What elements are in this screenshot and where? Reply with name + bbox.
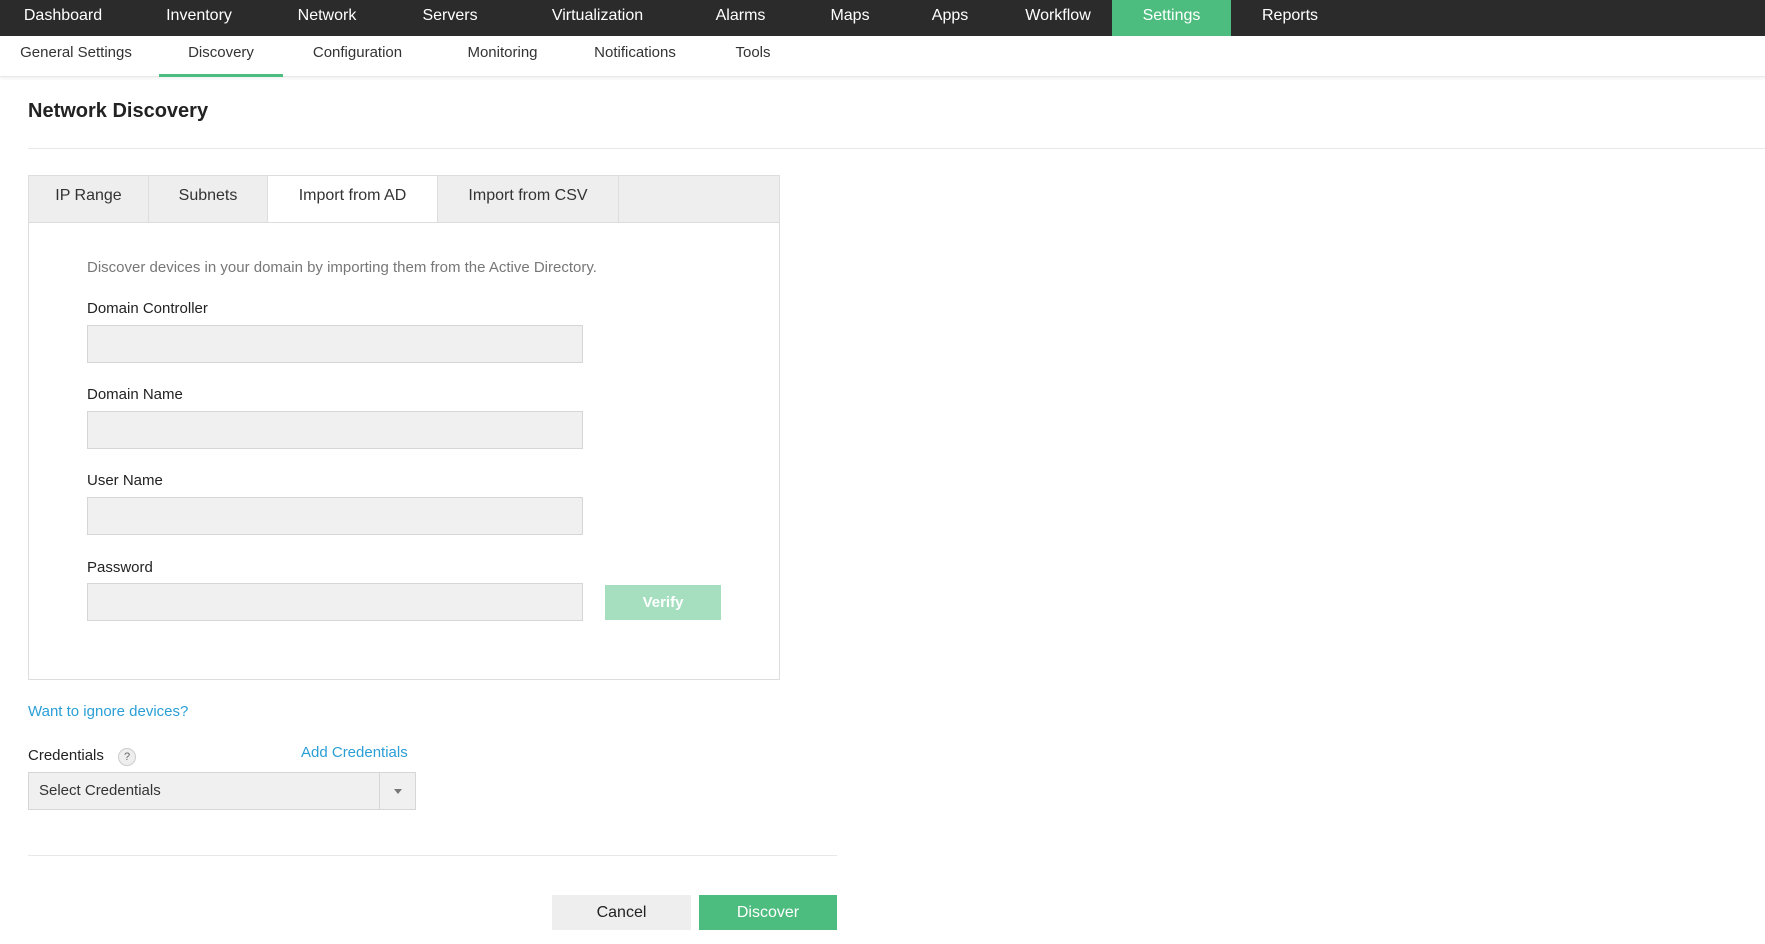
nav-workflow[interactable]: Workflow: [1004, 0, 1112, 36]
cancel-button[interactable]: Cancel: [552, 895, 691, 930]
actions-divider: [28, 855, 837, 856]
verify-button[interactable]: Verify: [605, 585, 721, 620]
nav-virtualization[interactable]: Virtualization: [518, 0, 677, 36]
discover-button[interactable]: Discover: [699, 895, 837, 930]
nav-network[interactable]: Network: [272, 0, 382, 36]
panel-description: Discover devices in your domain by impor…: [87, 259, 597, 276]
help-icon[interactable]: ?: [118, 748, 136, 766]
nav-maps[interactable]: Maps: [804, 0, 896, 36]
page-title: Network Discovery: [28, 100, 209, 122]
nav-servers[interactable]: Servers: [382, 0, 518, 36]
domain-controller-input[interactable]: [87, 325, 583, 363]
tab-import-from-csv[interactable]: Import from CSV: [438, 176, 619, 224]
nav-settings[interactable]: Settings: [1112, 0, 1231, 36]
sub-nav: General Settings Discovery Configuration…: [0, 36, 1765, 77]
subnav-monitoring[interactable]: Monitoring: [458, 36, 547, 77]
credentials-select-value: Select Credentials: [39, 782, 161, 799]
tab-import-from-ad[interactable]: Import from AD: [268, 176, 438, 225]
tab-subnets[interactable]: Subnets: [149, 176, 268, 224]
subnav-discovery[interactable]: Discovery: [159, 36, 283, 77]
password-label: Password: [87, 559, 153, 576]
subnav-general-settings[interactable]: General Settings: [18, 36, 134, 77]
domain-name-label: Domain Name: [87, 386, 183, 403]
credentials-select[interactable]: Select Credentials: [28, 772, 416, 810]
title-divider: [28, 148, 1765, 149]
nav-dashboard[interactable]: Dashboard: [0, 0, 126, 36]
tab-ip-range[interactable]: IP Range: [29, 176, 149, 224]
domain-name-input[interactable]: [87, 411, 583, 449]
domain-controller-label: Domain Controller: [87, 300, 208, 317]
subnav-notifications[interactable]: Notifications: [590, 36, 680, 77]
add-credentials-link[interactable]: Add Credentials: [301, 744, 408, 761]
user-name-input[interactable]: [87, 497, 583, 535]
discovery-tabs: IP Range Subnets Import from AD Import f…: [28, 175, 780, 225]
password-input[interactable]: [87, 583, 583, 621]
nav-apps[interactable]: Apps: [896, 0, 1004, 36]
user-name-label: User Name: [87, 472, 163, 489]
top-nav: Dashboard Inventory Network Servers Virt…: [0, 0, 1765, 36]
nav-reports[interactable]: Reports: [1231, 0, 1349, 36]
nav-alarms[interactable]: Alarms: [677, 0, 804, 36]
subnav-tools[interactable]: Tools: [733, 36, 773, 77]
subnav-configuration[interactable]: Configuration: [307, 36, 408, 77]
import-ad-panel: Discover devices in your domain by impor…: [28, 222, 780, 680]
credentials-label: Credentials: [28, 747, 104, 764]
chevron-down-icon[interactable]: [379, 773, 415, 809]
nav-inventory[interactable]: Inventory: [126, 0, 272, 36]
ignore-devices-link[interactable]: Want to ignore devices?: [28, 703, 188, 720]
